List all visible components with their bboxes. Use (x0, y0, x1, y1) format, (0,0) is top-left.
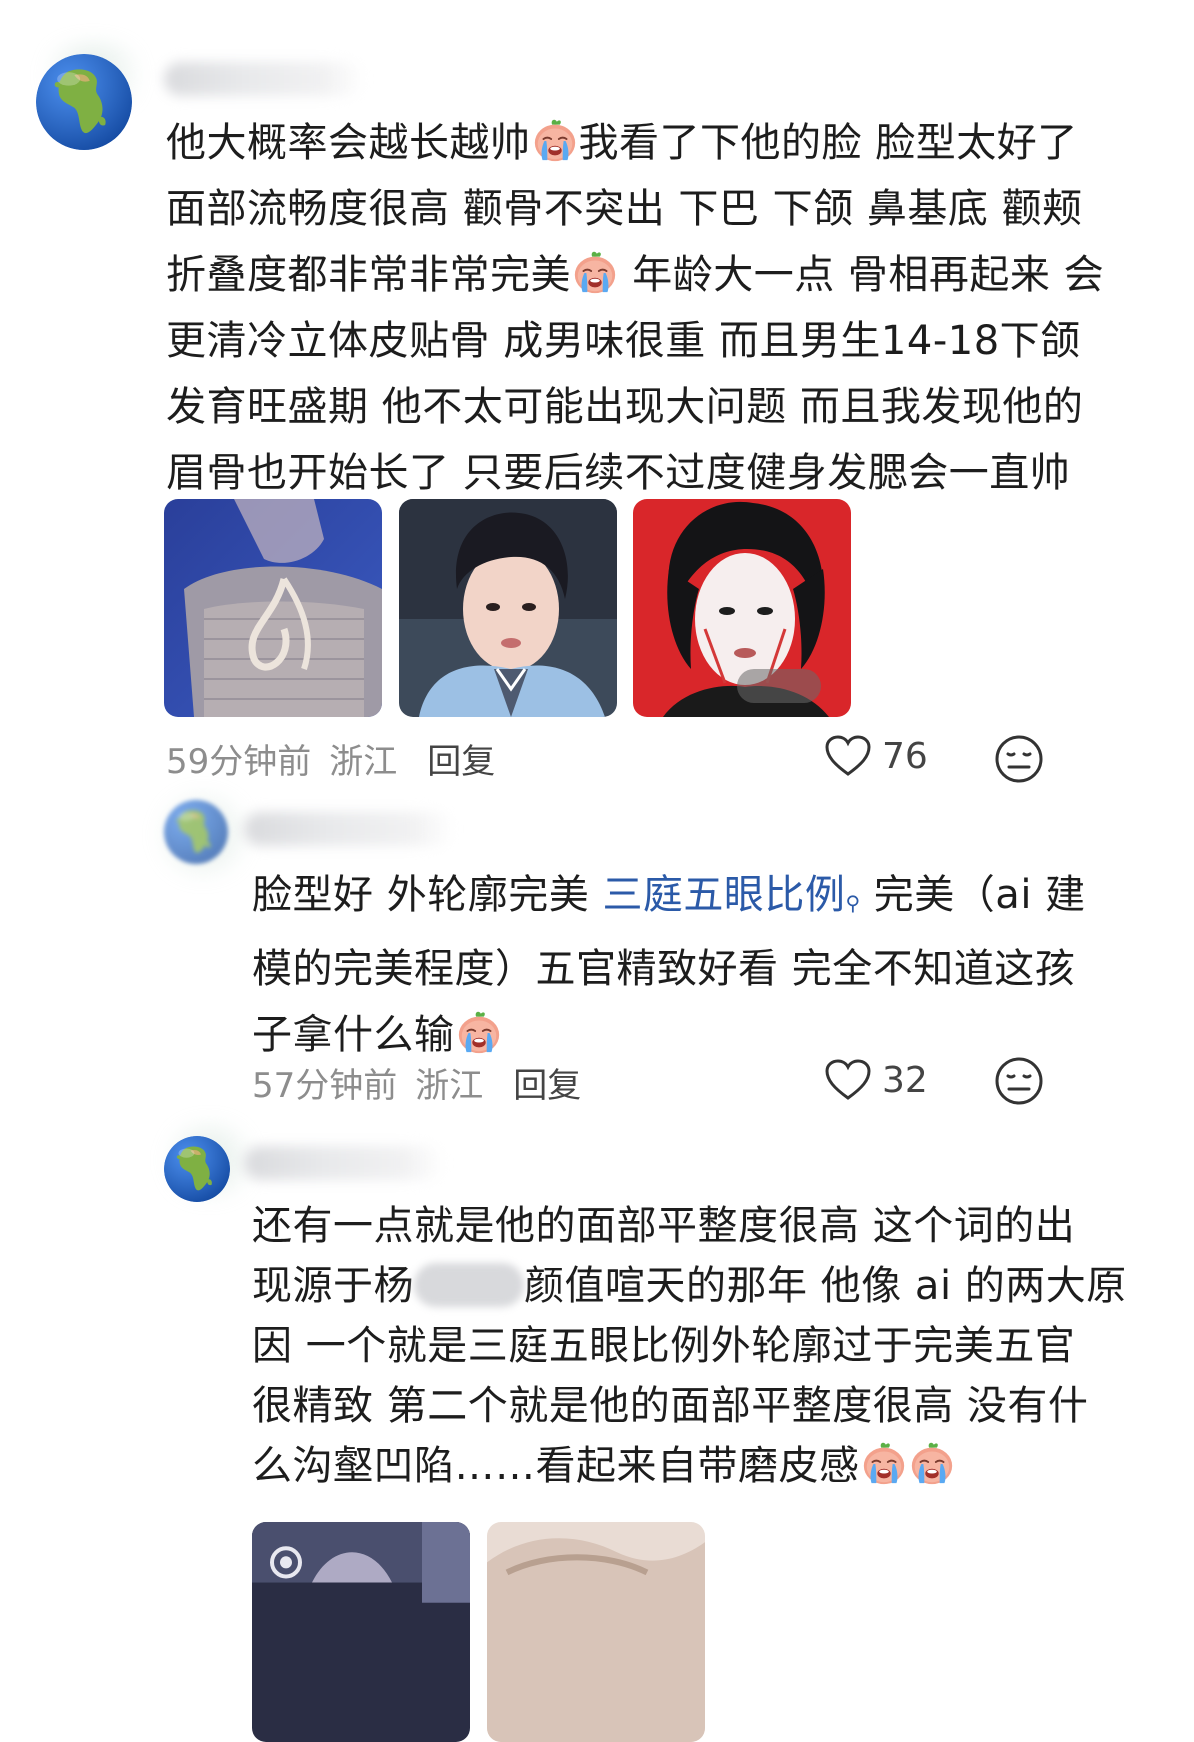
earth-globe-africa-icon (164, 800, 228, 864)
like-button[interactable]: 32 (824, 1058, 928, 1102)
like-count: 76 (882, 735, 928, 777)
earth-globe-africa-icon (36, 54, 132, 150)
comment-meta: 57分钟前 浙江 回复 (252, 1058, 599, 1107)
comment-line: 折叠度都非常非常完美 年龄大一点 骨相再起来 会 (166, 242, 1104, 308)
search-link[interactable]: 三庭五眼比例 (602, 872, 845, 918)
expressionless-face-icon[interactable] (994, 1056, 1044, 1106)
username-redacted[interactable] (244, 812, 454, 846)
heart-outline-icon (825, 735, 871, 776)
comment-photo-3[interactable] (633, 499, 851, 717)
like-count: 32 (882, 1059, 928, 1101)
heart-outline-icon (825, 1059, 871, 1100)
comment-meta: 59分钟前 浙江 回复 (166, 734, 513, 783)
loudly-crying-face-icon (860, 1439, 908, 1487)
comment-line: 眉骨也开始长了 只要后续不过度健身发腮会一直帅 (166, 450, 1071, 496)
comment-time: 57分钟前 (252, 1066, 398, 1106)
loudly-crying-face-icon (531, 116, 579, 164)
comment-photo-1[interactable] (164, 499, 382, 717)
avatar[interactable] (36, 54, 132, 150)
avatar[interactable] (164, 1136, 230, 1202)
comment-line: 很精致 第二个就是他的面部平整度很高 没有什 (252, 1383, 1089, 1429)
username-redacted[interactable] (244, 1146, 444, 1180)
comment-line: 么沟壑凹陷……看起来自带磨皮感 (252, 1436, 1127, 1496)
comment-line: 发育旺盛期 他不太可能出现大问题 而且我发现他的 (166, 384, 1084, 430)
comment-line: 模的完美程度）五官精致好看 完全不知道这孩 (252, 946, 1076, 992)
comment-text: 还有一点就是他的面部平整度很高 这个词的出 现源于杨 颜值喧天的那年 他像 ai … (252, 1196, 1127, 1496)
reply-button[interactable]: 回复 (513, 1066, 581, 1106)
comment-text: 脸型好 外轮廓完美 三庭五眼比例⚲ 完美（ai 建 模的完美程度）五官精致好看 … (252, 862, 1086, 1068)
earth-globe-africa-icon (164, 1136, 230, 1202)
avatar[interactable] (164, 800, 228, 864)
username-redacted[interactable] (164, 62, 364, 96)
like-button[interactable]: 76 (824, 734, 928, 778)
comment-photo-2[interactable] (399, 499, 617, 717)
reply-button[interactable]: 回复 (427, 742, 495, 782)
comment-line: 还有一点就是他的面部平整度很高 这个词的出 (252, 1203, 1076, 1249)
search-icon[interactable]: ⚲ (845, 870, 860, 936)
comment-line: 面部流畅度很高 颧骨不突出 下巴 下颌 鼻基底 颧颊 (166, 186, 1083, 232)
redacted-name (414, 1263, 524, 1307)
comment-line: 现源于杨 颜值喧天的那年 他像 ai 的两大原 (252, 1263, 1127, 1309)
comment-time: 59分钟前 (166, 742, 312, 782)
loudly-crying-face-icon (571, 248, 619, 296)
comment-line: 他大概率会越长越帅 我看了下他的脸 脸型太好了 (166, 110, 1104, 176)
comment-location: 浙江 (329, 742, 398, 782)
loudly-crying-face-icon (455, 1008, 503, 1056)
expressionless-face-icon[interactable] (994, 734, 1044, 784)
comment-text: 他大概率会越长越帅 我看了下他的脸 脸型太好了 面部流畅度很高 颧骨不突出 下巴 … (166, 110, 1104, 506)
comment-line: 脸型好 外轮廓完美 三庭五眼比例⚲ 完美（ai 建 (252, 862, 1086, 936)
comment-photo-5[interactable] (487, 1522, 705, 1742)
comment-location: 浙江 (415, 1066, 484, 1106)
comment-line: 因 一个就是三庭五眼比例外轮廓过于完美五官 (252, 1323, 1076, 1369)
comment-line: 更清冷立体皮贴骨 成男味很重 而且男生14-18下颌 (166, 318, 1081, 364)
loudly-crying-face-icon (908, 1439, 956, 1487)
comment-photo-4[interactable] (252, 1522, 470, 1742)
